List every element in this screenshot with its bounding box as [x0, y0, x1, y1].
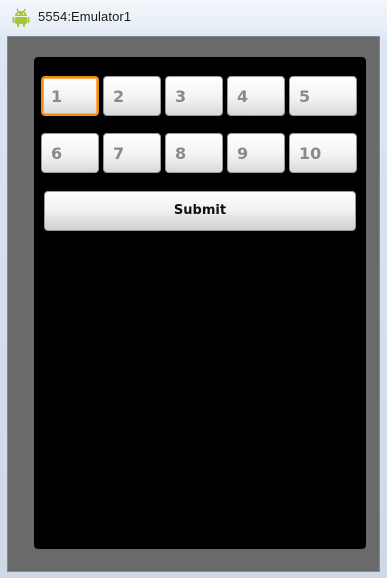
emulator-frame: 1 2 3 4 5 6 7 8 9 10 Submit [7, 36, 380, 572]
number-field-8[interactable]: 8 [165, 133, 223, 173]
number-field-4[interactable]: 4 [227, 76, 285, 116]
emulator-window: 5554:Emulator1 1 2 3 4 5 6 7 8 9 10 Subm… [0, 0, 387, 578]
device-screen: 1 2 3 4 5 6 7 8 9 10 Submit [34, 57, 366, 549]
number-field-1[interactable]: 1 [41, 76, 99, 116]
number-field-10[interactable]: 10 [289, 133, 357, 173]
window-title: 5554:Emulator1 [38, 9, 132, 24]
number-field-5[interactable]: 5 [289, 76, 357, 116]
title-bar[interactable]: 5554:Emulator1 [0, 0, 387, 36]
submit-button[interactable]: Submit [44, 191, 356, 231]
android-icon [12, 8, 30, 27]
number-field-9[interactable]: 9 [227, 133, 285, 173]
number-field-3[interactable]: 3 [165, 76, 223, 116]
number-field-2[interactable]: 2 [103, 76, 161, 116]
number-field-7[interactable]: 7 [103, 133, 161, 173]
number-field-6[interactable]: 6 [41, 133, 99, 173]
